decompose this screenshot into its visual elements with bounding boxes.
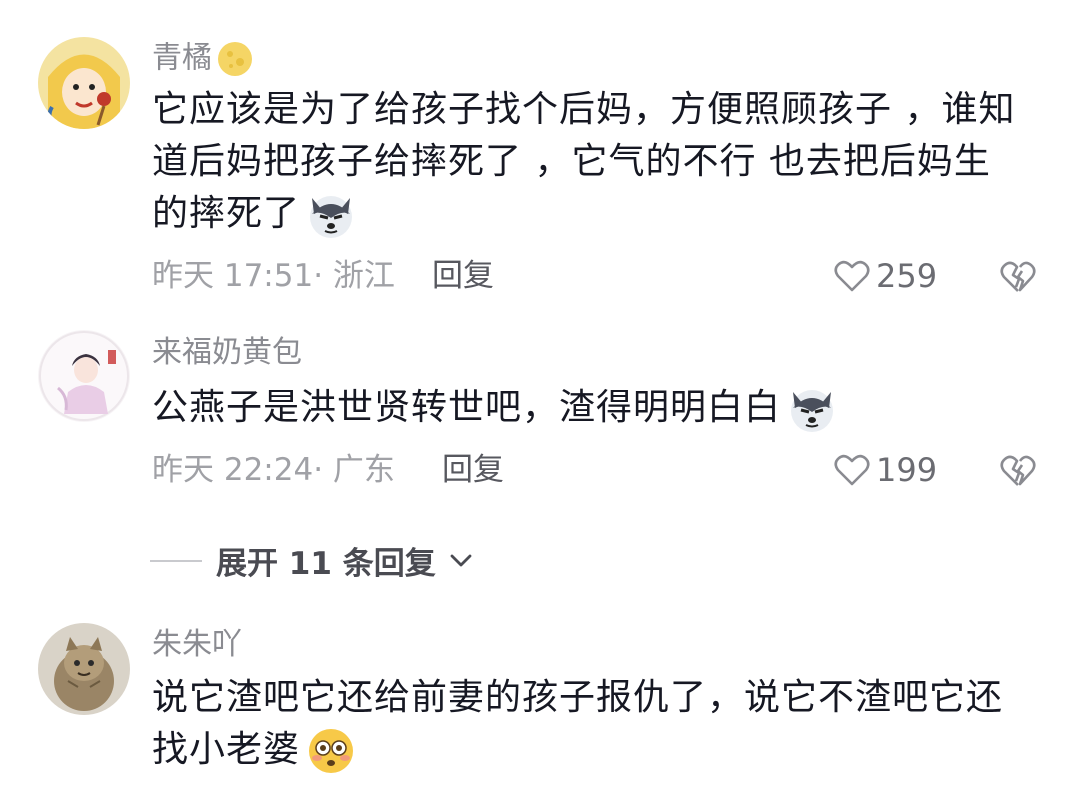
- username[interactable]: 来福奶黄包: [152, 335, 302, 371]
- like-count: 199: [876, 451, 938, 489]
- comment-meta: 昨天 17:51· 浙江: [152, 258, 395, 294]
- avatar[interactable]: [38, 623, 130, 715]
- comment-text: 公燕子是洪世贤转世吧，渣得明明白白: [152, 382, 1042, 434]
- comment-meta: 昨天 22:24· 广东: [152, 452, 395, 488]
- broken-heart-icon[interactable]: [1000, 259, 1036, 295]
- reply-button[interactable]: 回复: [442, 452, 504, 488]
- heart-icon: [834, 454, 870, 486]
- dog-smirk-emoji: [310, 196, 353, 238]
- avatar[interactable]: [38, 37, 130, 129]
- comment-text: 说它渣吧它还给前妻的孩子报仇了，说它不渣吧它还 找小老婆: [152, 672, 1042, 776]
- divider-line: [150, 559, 202, 562]
- username[interactable]: 青橘: [152, 40, 254, 78]
- heart-icon: [834, 260, 870, 292]
- reply-button[interactable]: 回复: [432, 258, 494, 294]
- chevron-down-icon: [450, 554, 472, 566]
- username[interactable]: 朱朱吖: [152, 627, 242, 663]
- moon-badge-icon: [218, 42, 252, 76]
- broken-heart-icon[interactable]: [1000, 453, 1036, 489]
- comment-text: 它应该是为了给孩子找个后妈，方便照顾孩子 ，谁知 道后妈把孩子给摔死了 ，它气的…: [152, 84, 1042, 240]
- like-button[interactable]: 259: [834, 258, 937, 294]
- avatar[interactable]: [38, 330, 130, 422]
- expand-replies-button[interactable]: 展开 11 条回复: [150, 538, 472, 583]
- like-count: 259: [876, 257, 938, 295]
- like-button[interactable]: 199: [834, 452, 937, 488]
- dog-smirk-emoji: [791, 390, 834, 432]
- expand-replies-label: 展开 11 条回复: [216, 546, 436, 582]
- flushed-face-emoji: [309, 729, 354, 773]
